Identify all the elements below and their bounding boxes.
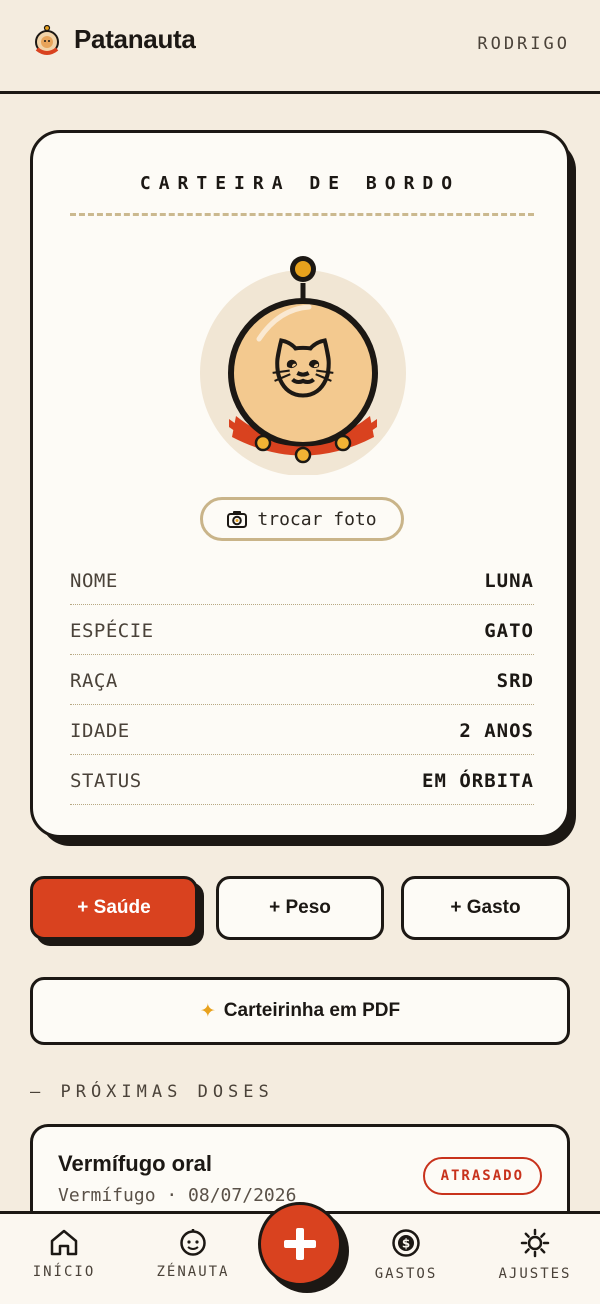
nav-item-gastos[interactable]: $ GASTOS — [351, 1228, 461, 1282]
nav-item-zenauta[interactable]: ZÉNAUTA — [138, 1228, 248, 1280]
info-value: EM ÓRBITA — [422, 769, 534, 792]
info-row-idade: IDADE 2 ANOS — [70, 705, 534, 755]
info-value: LUNA — [484, 569, 534, 592]
info-label: RAÇA — [70, 669, 118, 692]
change-photo-button[interactable]: trocar foto — [200, 497, 404, 541]
info-label: ESPÉCIE — [70, 619, 154, 642]
info-row-nome: NOME LUNA — [70, 555, 534, 605]
pet-emoji: 🐱 — [270, 338, 336, 407]
nav-label: ZÉNAUTA — [156, 1264, 230, 1280]
add-health-button[interactable]: + Saúde — [30, 876, 198, 940]
sparkle-icon: ✦ — [199, 1000, 216, 1022]
info-row-status: STATUS EM ÓRBITA — [70, 755, 534, 805]
nav-item-ajustes[interactable]: AJUSTES — [480, 1228, 590, 1282]
astronaut-icon — [180, 1229, 206, 1256]
info-value: 2 ANOS — [459, 719, 534, 742]
info-label: IDADE — [70, 719, 130, 742]
add-weight-button[interactable]: + Peso — [216, 876, 384, 940]
astronaut-logo-icon — [35, 25, 59, 55]
user-name[interactable]: RODRIGO — [477, 34, 570, 54]
info-row-raca: RAÇA SRD — [70, 655, 534, 705]
camera-icon — [227, 511, 248, 528]
brand-name: Patanauta — [74, 24, 196, 54]
nav-label: INÍCIO — [32, 1264, 96, 1280]
info-row-especie: ESPÉCIE GATO — [70, 605, 534, 655]
coin-icon: $ — [392, 1229, 420, 1257]
dose-name: Vermífugo oral — [58, 1151, 213, 1176]
home-icon — [50, 1229, 78, 1256]
dashed-divider — [70, 213, 534, 216]
pet-avatar: 🐱 — [199, 249, 407, 476]
info-value: GATO — [484, 619, 534, 642]
plus-icon — [284, 1228, 316, 1260]
info-label: NOME — [70, 569, 118, 592]
dose-subtitle: Vermífugo · 08/07/2026 — [58, 1185, 297, 1206]
pet-id-card: CARTEIRA DE BORDO 🐱 trocar foto NOME LUN… — [30, 130, 570, 838]
add-expense-button[interactable]: + Gasto — [401, 876, 570, 940]
sun-settings-icon — [520, 1228, 550, 1258]
pdf-card-button[interactable]: ✦ Carteirinha em PDF — [30, 977, 570, 1045]
info-value: SRD — [496, 669, 534, 692]
nav-label: GASTOS — [374, 1266, 438, 1282]
status-badge: ATRASADO — [422, 1157, 542, 1195]
pet-info-list: NOME LUNA ESPÉCIE GATO RAÇA SRD IDADE 2 … — [70, 555, 534, 805]
add-fab-button[interactable] — [258, 1202, 342, 1286]
info-label: STATUS — [70, 769, 142, 792]
nav-item-inicio[interactable]: INÍCIO — [9, 1228, 119, 1280]
pdf-card-label: Carteirinha em PDF — [223, 1000, 401, 1021]
app-header: Patanauta RODRIGO — [0, 0, 600, 94]
change-photo-label: trocar foto — [257, 508, 377, 530]
section-title: — PRÓXIMAS DOSES — [30, 1082, 274, 1102]
nav-label: AJUSTES — [498, 1266, 572, 1282]
svg-text:$: $ — [402, 1237, 410, 1251]
card-title: CARTEIRA DE BORDO — [139, 173, 461, 194]
